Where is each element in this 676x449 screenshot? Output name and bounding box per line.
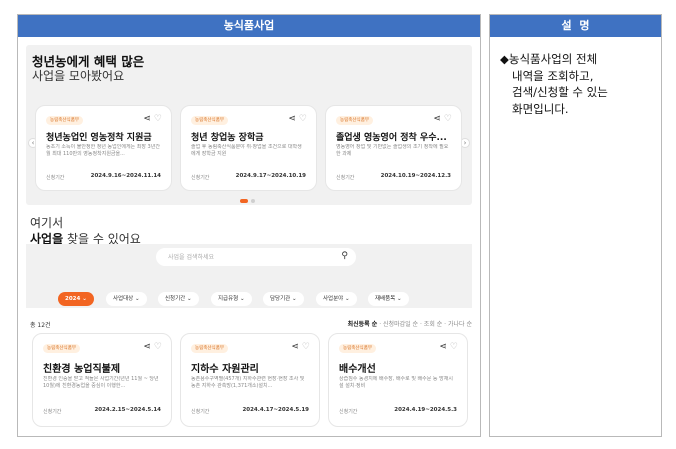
period-date: 2024.2.15~2024.5.14 <box>94 407 161 413</box>
period-date: 2024.4.17~2024.5.19 <box>242 407 309 413</box>
chevron-down-icon: ⌄ <box>135 296 140 302</box>
filter-chip-label: 사업대상 <box>113 296 134 302</box>
period-label: 신청기간 <box>46 175 65 181</box>
agency-badge: 농림축산식품부 <box>339 344 376 353</box>
filter-chip[interactable]: 담당기관 ⌄ <box>263 292 304 306</box>
agency-badge: 농림축산식품부 <box>336 116 373 125</box>
sort-option-deadline[interactable]: 신청마감일 순 <box>383 321 418 328</box>
heart-icon[interactable]: ♡ <box>444 114 452 124</box>
promo-subtitle: 사업을 모아봤어요 <box>32 69 125 83</box>
filter-chip-label: 신청기간 <box>165 296 186 302</box>
heart-icon[interactable]: ♡ <box>302 342 310 352</box>
description-line: 검색/신청할 수 있는 <box>512 85 608 99</box>
search-icon[interactable]: ⚲ <box>341 251 348 261</box>
filter-chip[interactable]: 사업대상 ⌄ <box>106 292 147 306</box>
promo-card-title: 청년농업인 영농정착 지원금 <box>46 133 152 143</box>
share-icon[interactable]: ⋖ <box>143 342 151 352</box>
promo-card[interactable]: 농림축산식품부 ⋖ ♡ 졸업생 영농영어 정착 우수... 영농영어 창업 및 … <box>325 105 462 191</box>
filter-chip-label: 2024 <box>65 296 81 302</box>
result-card[interactable]: 농림축산식품부 ⋖ ♡ 배수개선 상습침수 농경지에 배수장, 배수로 및 배수… <box>328 333 468 427</box>
promo-card[interactable]: 농림축산식품부 ⋖ ♡ 청년농업인 영농정착 지원금 농초기 소득이 불안정한 … <box>35 105 172 191</box>
carousel-dot[interactable] <box>251 199 255 203</box>
filter-chip[interactable]: 사업분야 ⌄ <box>316 292 357 306</box>
filter-chip-label: 지급유형 <box>218 296 239 302</box>
result-card-desc: 농촌용수구역별(457개) 지하수관련 현장·현장 조사 및 농촌 지하수 관측… <box>191 376 305 389</box>
result-card-title: 배수개선 <box>339 364 376 375</box>
period-label: 신청기간 <box>191 409 210 415</box>
heart-icon[interactable]: ♡ <box>450 342 458 352</box>
result-count: 총 12건 <box>30 322 51 329</box>
share-icon[interactable]: ⋖ <box>433 114 441 124</box>
sort-option-latest[interactable]: 최신등록 순 <box>348 321 378 328</box>
period-date: 2024.9.17~2024.10.19 <box>235 173 306 179</box>
period-label: 신청기간 <box>191 175 210 181</box>
promo-card-desc: 졸업 후 농림축산식품분야 취·창업을 조건으로 대학생에게 장학금 지원 <box>191 144 302 157</box>
description-panel-header: 설 명 <box>490 15 661 37</box>
agency-badge: 농림축산식품부 <box>46 116 83 125</box>
result-card[interactable]: 농림축산식품부 ⋖ ♡ 친환경 농업직불제 친환경 인증을 받고 적들은 사업기… <box>32 333 172 427</box>
share-icon[interactable]: ⋖ <box>291 342 299 352</box>
filter-chip-label: 재배품목 <box>375 296 396 302</box>
promo-card[interactable]: 농림축산식품부 ⋖ ♡ 청년 창업농 장학금 졸업 후 농림축산식품분야 취·창… <box>180 105 317 191</box>
search-placeholder: 사업을 검색하세요 <box>168 254 215 261</box>
bullet-icon: ◆ <box>500 52 509 66</box>
period-label: 신청기간 <box>43 409 62 415</box>
period-label: 신청기간 <box>336 175 355 181</box>
chevron-down-icon: ⌄ <box>292 296 297 302</box>
agency-badge: 농림축산식품부 <box>191 116 228 125</box>
sort-option-alpha[interactable]: 가나다 순 <box>448 321 472 328</box>
description-line: 화면입니다. <box>512 101 569 116</box>
agency-badge: 농림축산식품부 <box>43 344 80 353</box>
chevron-down-icon: ⌄ <box>345 296 350 302</box>
share-icon[interactable]: ⋖ <box>288 114 296 124</box>
result-card-desc: 친환경 인증을 받고 적들은 사업기간(년년 11월 ~ 당년 10월)에 친환… <box>43 376 159 389</box>
filter-chip[interactable]: 지급유형 ⌄ <box>211 292 252 306</box>
result-card-title: 지하수 자원관리 <box>191 364 259 375</box>
description-panel: 설 명 ◆농식품사업의 전체 내역을 조회하고, 검색/신청할 수 있는 화면입… <box>489 14 662 437</box>
promo-card-title: 졸업생 영농영어 정착 우수... <box>336 133 447 143</box>
heart-icon[interactable]: ♡ <box>154 342 162 352</box>
filter-chip[interactable]: 재배품목 ⌄ <box>368 292 409 306</box>
result-card-desc: 상습침수 농경지에 배수장, 배수로 및 배수문 등 방재시설 설치·정비 <box>339 376 453 389</box>
share-icon[interactable]: ⋖ <box>439 342 447 352</box>
search-input[interactable]: 사업을 검색하세요 ⚲ <box>156 248 356 266</box>
promo-card-title: 청년 창업농 장학금 <box>191 133 264 143</box>
chevron-down-icon: ⌄ <box>397 296 402 302</box>
result-card[interactable]: 농림축산식품부 ⋖ ♡ 지하수 자원관리 농촌용수구역별(457개) 지하수관련… <box>180 333 320 427</box>
carousel-dot-active[interactable] <box>240 199 248 203</box>
period-date: 2024.4.19~2024.5.3 <box>394 407 457 413</box>
promo-card-desc: 영농영어 창업 및 기반없는 졸업생의 조기 정착에 필요한 과제 <box>336 144 449 157</box>
sort-options: 최신등록 순 · 신청마감일 순 · 조회 순 · 가나다 순 <box>348 319 472 328</box>
heart-icon[interactable]: ♡ <box>154 114 162 124</box>
share-icon[interactable]: ⋖ <box>143 114 151 124</box>
promo-card-desc: 농초기 소득이 불안정한 청년 농업인에게는 최장 3년간 월 최대 110만의… <box>46 144 160 157</box>
filter-chip-label: 사업분야 <box>323 296 344 302</box>
chevron-down-icon: ⌄ <box>187 296 192 302</box>
description-line: 내역을 조회하고, <box>512 68 594 83</box>
sort-option-views[interactable]: 조회 순 <box>424 321 442 328</box>
result-card-title: 친환경 농업직불제 <box>43 364 121 375</box>
filter-chip-label: 담당기관 <box>270 296 291 302</box>
chevron-down-icon: ⌄ <box>82 296 87 302</box>
filter-chip-year[interactable]: 2024 ⌄ <box>58 292 94 306</box>
description-text: ◆농식품사업의 전체 내역을 조회하고, 검색/신청할 수 있는 화면입니다. <box>500 51 658 117</box>
agency-badge: 농림축산식품부 <box>191 344 228 353</box>
description-line: 농식품사업의 전체 <box>508 52 598 66</box>
filter-chip[interactable]: 신청기간 ⌄ <box>158 292 199 306</box>
period-date: 2024.10.19~2024.12.3 <box>380 173 451 179</box>
main-panel: 농식품사업 청년농에게 혜택 많은 사업을 모아봤어요 ‹ › 농림축산식품부 … <box>17 14 481 437</box>
period-date: 2024.9.16~2024.11.14 <box>90 173 161 179</box>
period-label: 신청기간 <box>339 409 358 415</box>
main-panel-header: 농식품사업 <box>18 15 480 37</box>
section-title-line1: 여기서 <box>30 216 64 230</box>
search-filter-band: 사업을 검색하세요 ⚲ 2024 ⌄ 사업대상 ⌄ 신청기간 ⌄ 지급유형 ⌄ … <box>26 244 472 308</box>
heart-icon[interactable]: ♡ <box>299 114 307 124</box>
chevron-down-icon: ⌄ <box>240 296 245 302</box>
promo-section: 청년농에게 혜택 많은 사업을 모아봤어요 ‹ › 농림축산식품부 ⋖ ♡ 청년… <box>26 45 472 205</box>
